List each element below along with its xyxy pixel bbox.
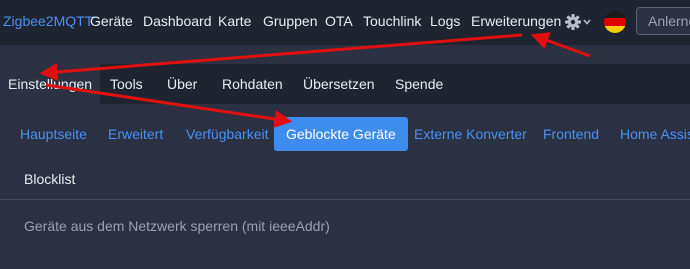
subtab-verfuegbarkeit[interactable]: Verfügbarkeit: [186, 117, 269, 151]
blocklist-label: Blocklist: [24, 171, 76, 187]
subtab-erweitert[interactable]: Erweitert: [108, 117, 163, 151]
tab-uebersetzen[interactable]: Übersetzen: [303, 64, 375, 104]
nav-link-erweiterungen[interactable]: Erweiterungen: [471, 13, 561, 29]
blocklist-help-text: Geräte aus dem Netzwerk sperren (mit iee…: [24, 218, 330, 234]
nav-link-dashboard[interactable]: Dashboard: [143, 13, 212, 29]
nav-link-touchlink[interactable]: Touchlink: [363, 13, 421, 29]
divider: [0, 199, 690, 200]
chevron-down-icon: [583, 19, 591, 25]
subtab-externe-konverter[interactable]: Externe Konverter: [414, 117, 527, 151]
tab-einstellungen[interactable]: Einstellungen: [0, 64, 101, 104]
subtab-frontend[interactable]: Frontend: [543, 117, 599, 151]
nav-link-geraete[interactable]: Geräte: [90, 13, 133, 29]
subtab-home-assistant[interactable]: Home Assistant: [620, 117, 690, 151]
brand-link[interactable]: Zigbee2MQTT: [3, 13, 93, 29]
gear-icon: [565, 14, 591, 30]
tab-spende[interactable]: Spende: [395, 64, 443, 104]
tab-rohdaten[interactable]: Rohdaten: [222, 64, 283, 104]
settings-menu-toggle[interactable]: [564, 12, 592, 32]
top-navbar: Zigbee2MQTT Geräte Dashboard Karte Grupp…: [0, 0, 690, 45]
nav-link-ota[interactable]: OTA: [325, 13, 353, 29]
permit-join-input[interactable]: [636, 7, 690, 35]
settings-tabs: Einstellungen Tools Über Rohdaten Überse…: [0, 64, 690, 104]
nav-link-logs[interactable]: Logs: [430, 13, 460, 29]
subtab-hauptseite[interactable]: Hauptseite: [20, 117, 87, 151]
nav-link-gruppen[interactable]: Gruppen: [263, 13, 317, 29]
tab-tools[interactable]: Tools: [110, 64, 143, 104]
german-flag-icon[interactable]: [604, 11, 626, 33]
subtab-geblockte-geraete[interactable]: Geblockte Geräte: [274, 117, 408, 151]
tab-ueber[interactable]: Über: [167, 64, 197, 104]
nav-link-karte[interactable]: Karte: [218, 13, 251, 29]
